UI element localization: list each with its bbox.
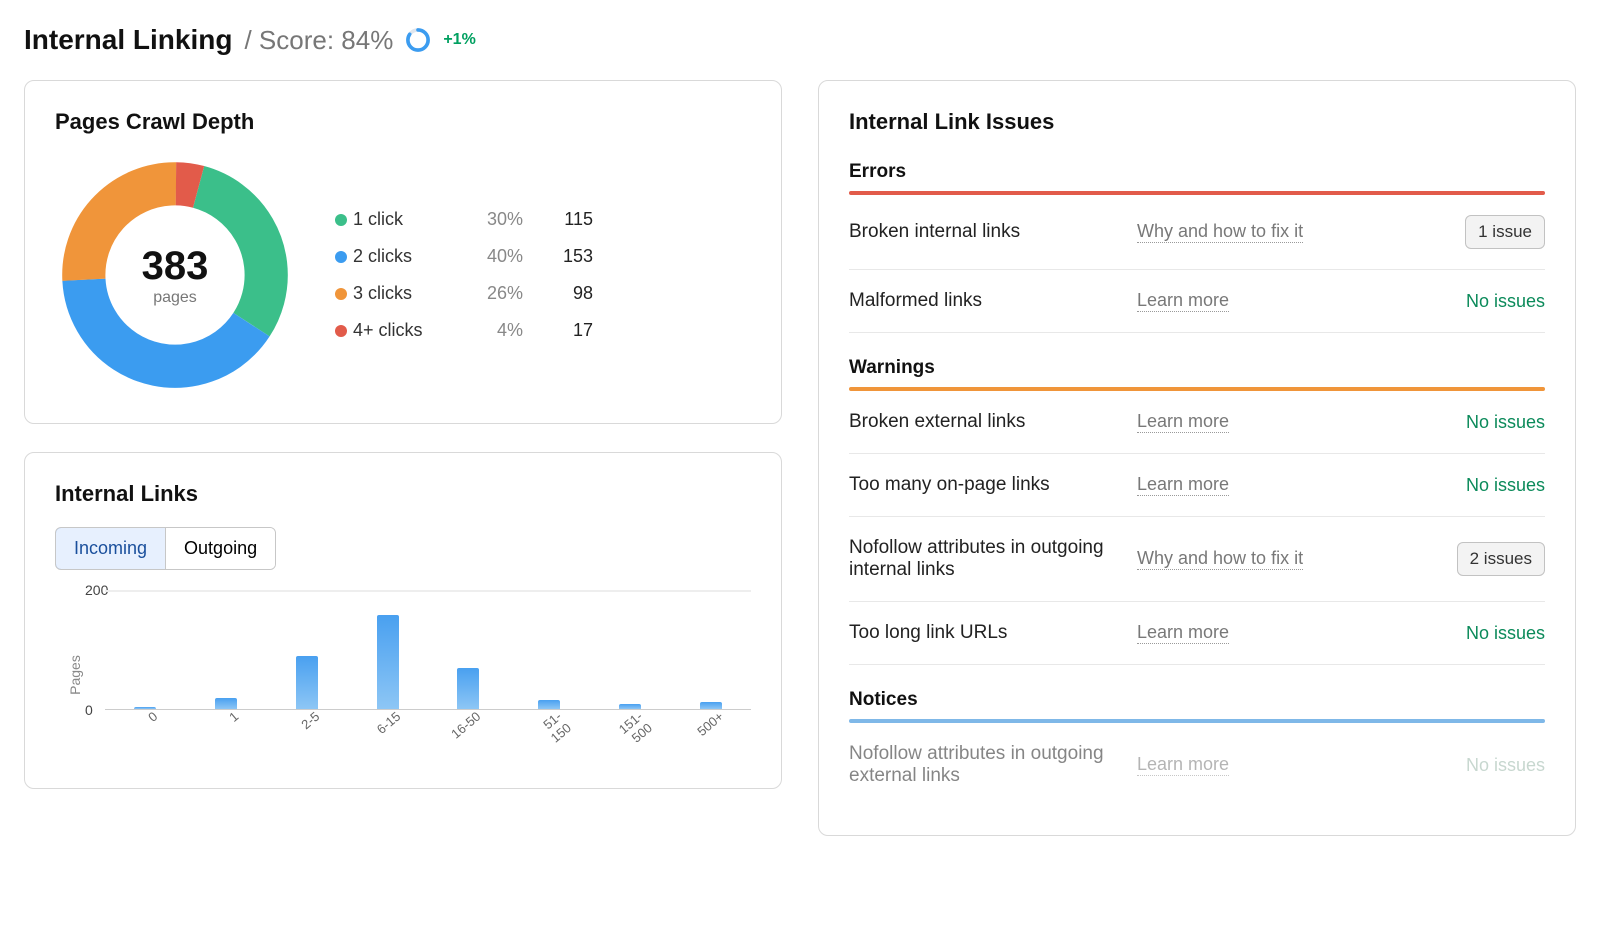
x-tick: 500+ [686, 709, 736, 758]
issue-row[interactable]: Nofollow attributes in outgoing internal… [849, 517, 1545, 602]
issue-row[interactable]: Nofollow attributes in outgoing external… [849, 723, 1545, 807]
x-tick: 151-500 [605, 709, 655, 758]
help-link[interactable]: Learn more [1137, 290, 1229, 312]
links-tabs: Incoming Outgoing [55, 527, 276, 570]
status-no-issues: No issues [1425, 475, 1545, 496]
status-no-issues: No issues [1425, 623, 1545, 644]
issues-card: Internal Link Issues Errors Broken inter… [818, 80, 1576, 836]
issues-title: Internal Link Issues [849, 109, 1545, 135]
group-warnings-label: Warnings [849, 357, 1545, 387]
status-no-issues: No issues [1425, 412, 1545, 433]
internal-links-card: Internal Links Incoming Outgoing Pages 2… [24, 452, 782, 789]
legend-row[interactable]: 2 clicks 40% 153 [335, 238, 751, 275]
bar[interactable] [619, 704, 641, 709]
bar[interactable] [296, 656, 318, 709]
issue-count-badge[interactable]: 2 issues [1457, 542, 1545, 576]
donut-total-label: pages [153, 289, 197, 307]
x-tick: 0 [120, 709, 170, 758]
score-label: / Score: 84% [244, 25, 393, 56]
issue-row[interactable]: Malformed links Learn more No issues [849, 270, 1545, 333]
legend-dot-icon [335, 288, 347, 300]
issue-count-badge[interactable]: 1 issue [1465, 215, 1545, 249]
issue-row[interactable]: Too many on-page links Learn more No iss… [849, 454, 1545, 517]
legend-dot-icon [335, 214, 347, 226]
crawl-depth-title: Pages Crawl Depth [55, 109, 751, 135]
score-ring-icon [405, 27, 431, 53]
legend-row[interactable]: 4+ clicks 4% 17 [335, 312, 751, 349]
crawl-depth-donut[interactable]: 383 pages [55, 155, 295, 395]
x-tick: 16-50 [443, 709, 493, 758]
bar[interactable] [457, 668, 479, 709]
internal-links-title: Internal Links [55, 481, 751, 507]
legend-row[interactable]: 1 click 30% 115 [335, 201, 751, 238]
legend-dot-icon [335, 325, 347, 337]
page-title: Internal Linking [24, 24, 232, 56]
help-link[interactable]: Why and how to fix it [1137, 221, 1303, 243]
y-tick: 0 [85, 702, 93, 718]
legend-row[interactable]: 3 clicks 26% 98 [335, 275, 751, 312]
x-tick: 6-15 [363, 709, 413, 758]
help-link[interactable]: Why and how to fix it [1137, 548, 1303, 570]
crawl-depth-card: Pages Crawl Depth 383 pages [24, 80, 782, 424]
issue-row[interactable]: Too long link URLs Learn more No issues [849, 602, 1545, 665]
links-bar-chart[interactable]: Pages 200 0 012-56-1516-5051-150151-5005… [55, 590, 751, 760]
group-errors-label: Errors [849, 161, 1545, 191]
x-tick: 2-5 [282, 709, 332, 758]
y-axis-label: Pages [67, 655, 83, 695]
bar[interactable] [700, 702, 722, 709]
crawl-depth-legend: 1 click 30% 115 2 clicks 40% 153 3 click… [335, 201, 751, 349]
tab-outgoing[interactable]: Outgoing [165, 528, 275, 569]
page-header: Internal Linking / Score: 84% +1% [24, 24, 1576, 56]
bar[interactable] [134, 707, 156, 709]
status-no-issues: No issues [1425, 291, 1545, 312]
help-link[interactable]: Learn more [1137, 474, 1229, 496]
donut-total: 383 [142, 244, 209, 289]
help-link[interactable]: Learn more [1137, 754, 1229, 776]
group-notices-label: Notices [849, 689, 1545, 719]
help-link[interactable]: Learn more [1137, 411, 1229, 433]
x-tick: 51-150 [524, 709, 574, 758]
bar[interactable] [538, 700, 560, 709]
tab-incoming[interactable]: Incoming [55, 527, 166, 570]
status-no-issues: No issues [1425, 755, 1545, 776]
bar[interactable] [215, 698, 237, 709]
legend-dot-icon [335, 251, 347, 263]
x-tick: 1 [201, 709, 251, 758]
issue-row[interactable]: Broken external links Learn more No issu… [849, 391, 1545, 454]
score-delta: +1% [443, 31, 475, 49]
help-link[interactable]: Learn more [1137, 622, 1229, 644]
issue-row[interactable]: Broken internal links Why and how to fix… [849, 195, 1545, 270]
bar[interactable] [377, 615, 399, 709]
